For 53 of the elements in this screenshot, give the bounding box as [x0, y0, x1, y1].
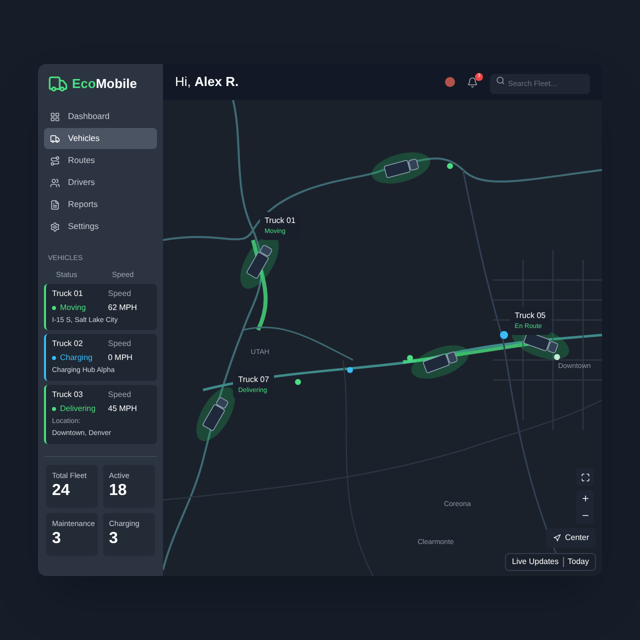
truck-icon[interactable]: [372, 152, 430, 184]
vehicle-speed: 45 MPH: [108, 402, 137, 415]
center-button[interactable]: Center: [546, 528, 596, 548]
navigation-icon: [552, 534, 561, 542]
grid-icon: [50, 112, 60, 122]
fullscreen-button[interactable]: [576, 468, 594, 486]
plus-icon: [580, 494, 590, 503]
vehicle-speed: 0 MPH: [108, 352, 132, 364]
nav-item[interactable]: Reports: [44, 194, 157, 215]
nav-item[interactable]: Dashboard: [44, 106, 157, 127]
avatar[interactable]: [445, 77, 455, 87]
period-label[interactable]: Today: [568, 556, 589, 568]
route-icon: [50, 156, 60, 166]
waypoint-dot[interactable]: [554, 354, 560, 360]
document-icon: [50, 200, 60, 210]
truck-icon: [50, 134, 60, 144]
truck-name: Truck 05: [514, 310, 546, 322]
stat-value: 3: [109, 529, 119, 549]
brand-name: EcoMobile: [72, 75, 138, 94]
fullscreen-icon: [580, 472, 590, 482]
users-icon: [50, 178, 60, 188]
nav-item[interactable]: Drivers: [44, 172, 157, 193]
truck-name: Truck 07: [238, 374, 270, 386]
waypoint-dot[interactable]: [500, 331, 508, 339]
nav-item[interactable]: Vehicles: [44, 128, 157, 149]
vehicle-speed: 62 MPH: [108, 302, 137, 314]
bell-icon[interactable]: [467, 76, 478, 88]
vehicle-name: Truck 02: [52, 338, 84, 350]
waypoint-dot[interactable]: [407, 355, 413, 361]
vehicle-name: Truck 03: [52, 388, 84, 401]
search-icon: [496, 76, 505, 84]
logo-icon: [48, 74, 68, 94]
waypoint-dot[interactable]: [347, 367, 353, 373]
vehicle-name: Truck 01: [52, 288, 84, 300]
truck-icon[interactable]: [411, 345, 469, 379]
stat-value: 3: [52, 529, 62, 549]
stat-value: 24: [52, 481, 71, 501]
truck-name: Truck 01: [264, 214, 296, 227]
live-updates-label: Live Updates: [512, 556, 559, 568]
vehicle-status: Charging: [60, 352, 92, 364]
greeting: Hi, Alex R.: [175, 73, 239, 92]
settings-icon: [50, 222, 60, 232]
nav-item[interactable]: Routes: [44, 150, 157, 171]
waypoint-dot[interactable]: [447, 163, 453, 169]
truck-icon[interactable]: [196, 387, 235, 442]
waypoint-dot[interactable]: [295, 379, 301, 385]
stat-value: 18: [109, 481, 128, 501]
speed-label: Speed: [108, 388, 132, 401]
speed-label: Speed: [108, 338, 132, 350]
vehicle-status: Moving: [60, 302, 86, 314]
speed-label: Speed: [108, 288, 132, 300]
nav-item[interactable]: Settings: [44, 216, 157, 237]
vehicle-status: Delivering: [60, 402, 96, 415]
